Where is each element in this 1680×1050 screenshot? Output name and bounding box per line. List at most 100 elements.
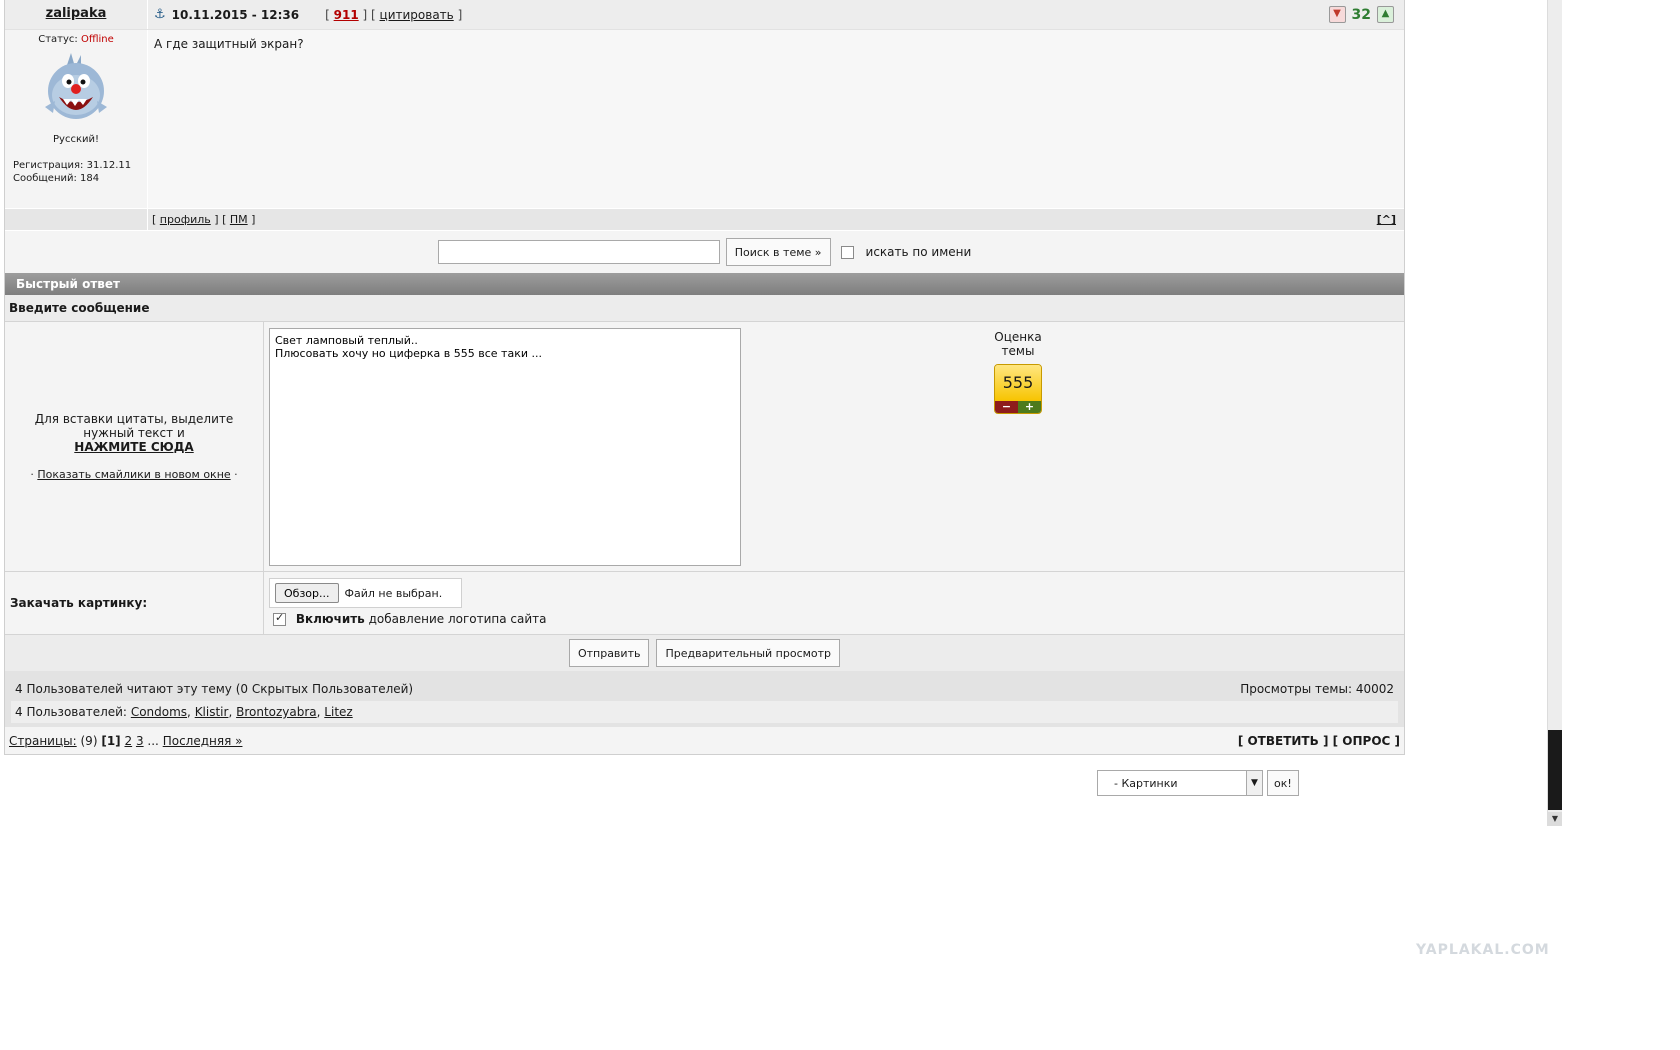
forum-jump: - Картинки ▼ ок! bbox=[1097, 770, 1299, 796]
bracket-open: [ bbox=[325, 7, 330, 22]
quick-reply-subheader: Введите сообщение bbox=[5, 295, 1404, 322]
stats-top: 4 Пользователей читают эту тему (0 Скрыт… bbox=[11, 671, 1398, 701]
scroll-down-arrow-icon[interactable]: ▼ bbox=[1548, 812, 1562, 826]
scrollbar-thumb[interactable] bbox=[1548, 730, 1562, 810]
reader-link[interactable]: Klistir bbox=[195, 705, 229, 719]
show-smiles-link[interactable]: Показать смайлики в новом окне bbox=[37, 468, 230, 481]
message-textarea[interactable]: Свет ламповый теплый.. Плюсовать хочу но… bbox=[269, 328, 741, 566]
submit-row: Отправить Предварительный просмотр bbox=[5, 635, 1404, 671]
quote-hint-panel: Для вставки цитаты, выделите нужный текс… bbox=[5, 322, 264, 571]
quote-hint-text: Для вставки цитаты, выделите нужный текс… bbox=[34, 412, 234, 440]
reader-link[interactable]: Litez bbox=[324, 705, 352, 719]
logo-option: Включить добавление логотипа сайта bbox=[269, 611, 1399, 626]
vote-minus-icon[interactable]: ▼ bbox=[1328, 6, 1346, 23]
post-footer-left bbox=[5, 209, 148, 230]
bracket-separator: ] [ bbox=[362, 7, 376, 22]
file-status: Файл не выбран. bbox=[344, 586, 443, 600]
forum-jump-ok-button[interactable]: ок! bbox=[1267, 770, 1299, 796]
quick-reply-header: Быстрый ответ bbox=[5, 273, 1404, 295]
search-by-name-label: искать по имени bbox=[865, 245, 972, 259]
browse-button[interactable]: Обзор... bbox=[275, 583, 339, 603]
topic-rating-plus-button[interactable]: + bbox=[1018, 401, 1041, 413]
post-rating-value: 32 bbox=[1351, 6, 1371, 23]
topic-views: Просмотры темы: 40002 bbox=[1240, 682, 1394, 696]
author-title: Русский! bbox=[53, 134, 99, 145]
post-text: А где защитный экран? bbox=[148, 30, 1404, 208]
file-input: Обзор... Файл не выбран. bbox=[269, 578, 462, 608]
status-value: Offline bbox=[80, 34, 114, 45]
bracket: ] bbox=[251, 213, 256, 226]
reader-link[interactable]: Brontozyabra bbox=[236, 705, 317, 719]
preview-button[interactable]: Предварительный просмотр bbox=[656, 639, 841, 667]
quick-reply-editor: Свет ламповый теплый.. Плюсовать хочу но… bbox=[264, 322, 1404, 571]
post-date: 10.11.2015 - 12:36 bbox=[171, 7, 300, 22]
topic-rating-value: 555 bbox=[995, 365, 1041, 401]
author-stats: Регистрация: 31.12.11 Сообщений: 184 bbox=[5, 159, 147, 185]
page-3-link[interactable]: 3 bbox=[136, 734, 144, 748]
reader-link[interactable]: Condoms bbox=[131, 705, 187, 719]
readers-list: 4 Пользователей: Condoms, Klistir, Bront… bbox=[11, 701, 1398, 723]
author-messages: Сообщений: 184 bbox=[13, 173, 100, 184]
scroll-top-link[interactable]: [^] bbox=[1377, 213, 1404, 226]
topic-rating: Оценка темы 555 − + bbox=[978, 330, 1058, 414]
bracket-close: ] bbox=[457, 7, 463, 22]
upload-label: Закачать картинку: bbox=[5, 572, 264, 634]
forum-container: zalipaka ⚓ 10.11.2015 - 12:36 [ 911 ] [ … bbox=[4, 0, 1405, 755]
site-watermark: YAPLAKAL.COM bbox=[1416, 942, 1550, 958]
vote-plus-icon[interactable]: ▲ bbox=[1377, 6, 1394, 23]
author-name-link[interactable]: zalipaka bbox=[46, 6, 107, 21]
forum-jump-select[interactable]: - Картинки ▼ bbox=[1097, 770, 1263, 796]
post-meta: ⚓ 10.11.2015 - 12:36 [ 911 ] [ цитироват… bbox=[148, 0, 1404, 29]
avatar-image[interactable] bbox=[37, 51, 115, 129]
post-rating-box: ▼ 32 ▲ bbox=[1328, 6, 1404, 23]
profile-link[interactable]: профиль bbox=[160, 213, 211, 226]
author-info: Статус: Offline Русский! Регистрация: 31… bbox=[5, 30, 148, 208]
upload-controls: Обзор... Файл не выбран. Включить добавл… bbox=[264, 572, 1404, 634]
current-page: [1] bbox=[101, 733, 121, 748]
author-cell: zalipaka bbox=[5, 0, 148, 29]
topic-search-input[interactable] bbox=[437, 240, 720, 264]
quick-reply-main: Для вставки цитаты, выделите нужный текс… bbox=[5, 322, 1404, 572]
reply-link[interactable]: [ ОТВЕТИТЬ ] bbox=[1238, 734, 1329, 748]
anchor-icon[interactable]: ⚓ bbox=[154, 7, 166, 22]
bracket: ] [ bbox=[214, 213, 227, 226]
last-page-link[interactable]: Последняя » bbox=[163, 734, 243, 748]
poll-link[interactable]: [ ОПРОС ] bbox=[1333, 734, 1400, 748]
pagination-row: Страницы: (9) [1] 2 3 ... Последняя » [ … bbox=[5, 727, 1404, 754]
post-body: Статус: Offline Русский! Регистрация: 31… bbox=[5, 30, 1404, 208]
readers-summary: 4 Пользователей читают эту тему (0 Скрыт… bbox=[15, 682, 414, 696]
topic-rating-minus-button[interactable]: − bbox=[995, 401, 1018, 413]
topic-rating-widget: 555 − + bbox=[994, 364, 1042, 414]
topic-stats: 4 Пользователей читают эту тему (0 Скрыт… bbox=[5, 671, 1404, 727]
topic-search-row: Поиск в теме » искать по имени bbox=[5, 230, 1404, 273]
quote-link[interactable]: цитировать bbox=[380, 8, 454, 22]
topic-rating-label: Оценка темы bbox=[994, 330, 1042, 358]
pages-ellipsis: ... bbox=[147, 733, 159, 748]
search-by-name-checkbox[interactable] bbox=[840, 245, 854, 259]
karma-link[interactable]: 911 bbox=[334, 8, 359, 22]
status-label: Статус: bbox=[38, 34, 78, 45]
dropdown-arrow-icon[interactable]: ▼ bbox=[1246, 771, 1262, 795]
smiles-row: · Показать смайлики в новом окне · bbox=[30, 468, 238, 481]
add-logo-strong: Включить bbox=[295, 612, 365, 626]
pagination: Страницы: (9) [1] 2 3 ... Последняя » bbox=[9, 734, 242, 748]
send-button[interactable]: Отправить bbox=[568, 639, 650, 667]
bracket: [ bbox=[152, 213, 157, 226]
add-logo-label: добавление логотипа сайта bbox=[368, 612, 547, 626]
post-header: zalipaka ⚓ 10.11.2015 - 12:36 [ 911 ] [ … bbox=[5, 0, 1404, 30]
topic-search-button[interactable]: Поиск в теме » bbox=[725, 238, 831, 266]
add-logo-checkbox[interactable] bbox=[273, 611, 286, 626]
press-here-link[interactable]: НАЖМИТЕ СЮДА bbox=[11, 440, 257, 454]
topic-actions: [ ОТВЕТИТЬ ] [ ОПРОС ] bbox=[1238, 734, 1400, 748]
upload-row: Закачать картинку: Обзор... Файл не выбр… bbox=[5, 572, 1404, 635]
readers-prefix: 4 Пользователей: bbox=[15, 705, 127, 719]
forum-jump-selected: - Картинки bbox=[1114, 776, 1178, 790]
pages-label-link[interactable]: Страницы: bbox=[9, 734, 77, 748]
post-footer: [ профиль ] [ ПМ ] [^] bbox=[5, 208, 1404, 230]
topic-rating-buttons: − + bbox=[995, 401, 1041, 413]
pm-link[interactable]: ПМ bbox=[230, 213, 248, 226]
author-status: Статус: Offline bbox=[5, 34, 147, 45]
page-2-link[interactable]: 2 bbox=[124, 734, 132, 748]
author-registration: Регистрация: 31.12.11 bbox=[13, 160, 132, 171]
page-scrollbar[interactable]: ▼ bbox=[1547, 0, 1562, 826]
